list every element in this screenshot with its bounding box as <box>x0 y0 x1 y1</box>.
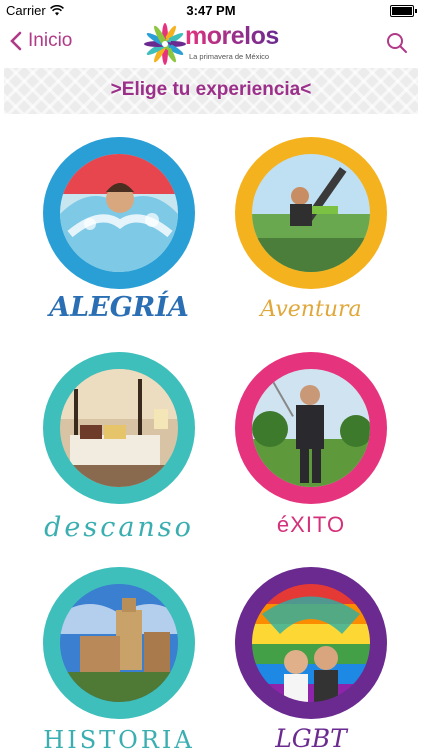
back-label: Inicio <box>28 30 73 51</box>
category-aventura-label[interactable]: Aventura <box>216 297 406 322</box>
category-alegria-label[interactable]: ALEGRÍA <box>24 292 214 323</box>
category-exito-button[interactable] <box>235 352 387 504</box>
exito-photo <box>252 369 370 487</box>
category-descanso-label[interactable]: descanso <box>24 512 214 543</box>
category-exito-label[interactable]: éXITO <box>216 512 406 538</box>
status-bar: Carrier 3:47 PM <box>0 0 422 22</box>
navigation-bar: Inicio morelos La primavera de México <box>0 22 422 66</box>
flower-logo-icon <box>144 23 186 65</box>
alegria-label-text: ALEGRÍA <box>49 292 189 323</box>
battery-icon <box>390 5 417 17</box>
aventura-label-text: Aventura <box>260 297 362 322</box>
chevron-left-icon <box>10 31 22 51</box>
banner: >Elige tu experiencia< <box>4 68 418 114</box>
category-alegria-button[interactable] <box>43 137 195 289</box>
lgbt-label-text: LGBT <box>275 724 347 753</box>
descanso-photo <box>60 369 178 487</box>
search-icon <box>387 33 407 53</box>
back-button[interactable]: Inicio <box>10 30 72 52</box>
search-button[interactable] <box>386 32 408 59</box>
clock: 3:47 PM <box>186 3 236 18</box>
descanso-label-text: descanso <box>44 512 194 543</box>
logo-tagline: La primavera de México <box>189 52 270 61</box>
morelos-logo: morelos La primavera de México <box>143 22 283 66</box>
category-lgbt-button[interactable] <box>235 567 387 719</box>
banner-title: >Elige tu experiencia< <box>110 79 312 100</box>
aventura-photo <box>252 154 370 272</box>
category-aventura-button[interactable] <box>235 137 387 289</box>
logo-wordmark: morelos <box>185 22 279 50</box>
lgbt-photo <box>252 584 370 702</box>
historia-photo <box>60 584 178 702</box>
category-descanso-button[interactable] <box>43 352 195 504</box>
alegria-photo <box>60 154 178 272</box>
category-historia-button[interactable] <box>43 567 195 719</box>
category-lgbt-label[interactable]: LGBT <box>216 724 406 753</box>
exito-label-text: éXITO <box>276 512 346 537</box>
